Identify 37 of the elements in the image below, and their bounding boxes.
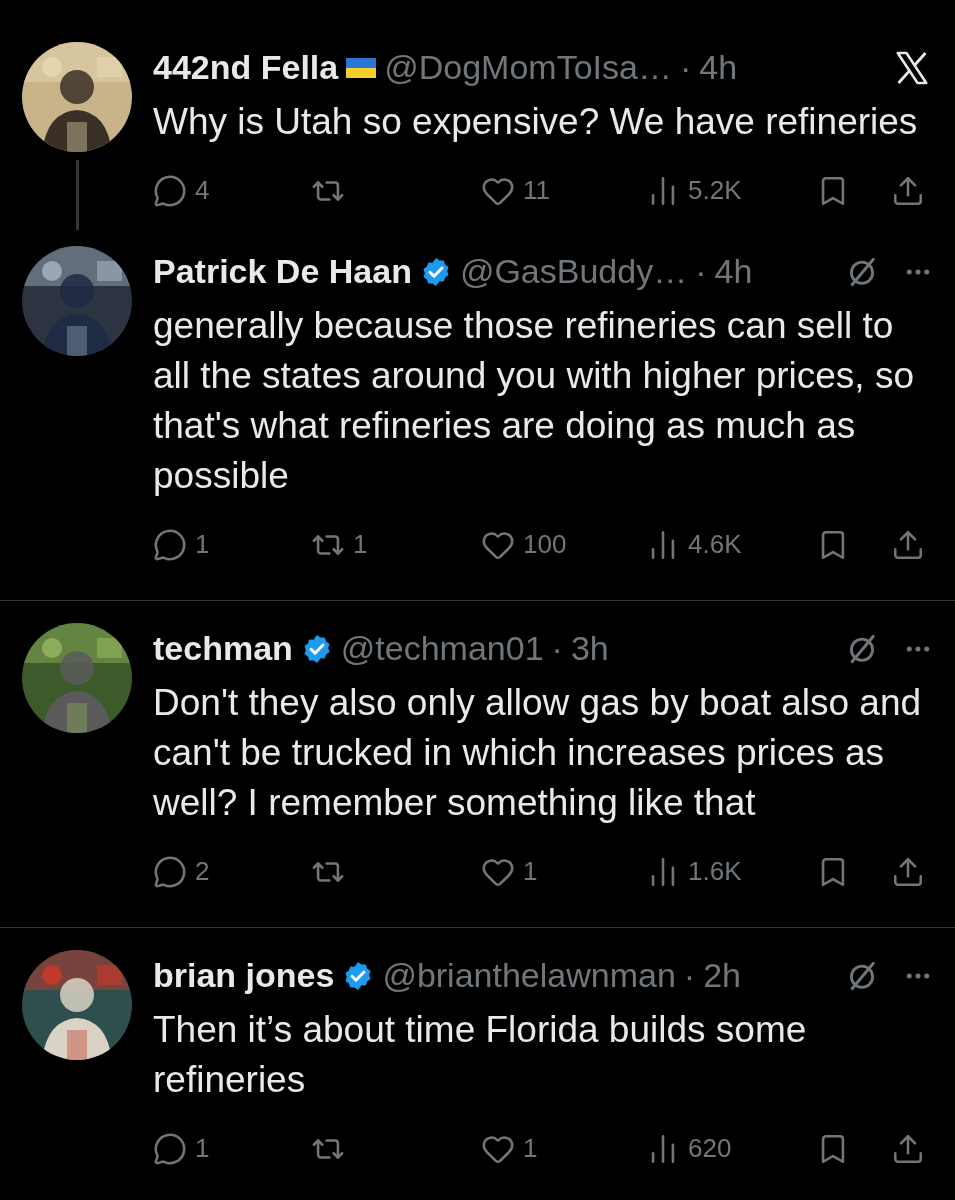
reply-icon[interactable] bbox=[153, 854, 187, 889]
reply-icon[interactable] bbox=[153, 527, 187, 562]
author-name[interactable]: Patrick De Haan bbox=[153, 246, 412, 297]
author-handle[interactable]: @DogMomToIsa… bbox=[384, 42, 672, 93]
stat-count: 4 bbox=[195, 174, 210, 207]
stat-count: 1 bbox=[195, 528, 210, 561]
author-name[interactable]: 442nd Fella bbox=[153, 42, 339, 93]
stat-count: 1 bbox=[353, 528, 368, 561]
post-time[interactable]: 4h bbox=[699, 42, 738, 93]
post-text: Don't they also only allow gas by boat also and can't be trucked in which increases prices as well? I remember something like that bbox=[153, 681, 923, 825]
reply-icon[interactable] bbox=[153, 1131, 187, 1166]
separator-dot: · bbox=[551, 628, 563, 669]
stat-count: 100 bbox=[523, 528, 567, 561]
stat-count: 1 bbox=[523, 855, 538, 888]
post-time[interactable]: 4h bbox=[714, 246, 753, 297]
post-time[interactable]: 2h bbox=[703, 950, 741, 1001]
author-handle[interactable]: @techman01 bbox=[340, 623, 544, 674]
separator-dot: · bbox=[679, 47, 692, 88]
separator-dot: · bbox=[695, 251, 707, 292]
stat-count: 5.2K bbox=[688, 174, 742, 207]
post-text: Why is Utah so expensive? We have refineries bbox=[153, 100, 919, 144]
reply-icon[interactable] bbox=[153, 173, 187, 208]
post-text: generally because those refineries can sell to all the states around you with higher prices, so that's what refineries are doing as much as possible bbox=[153, 304, 915, 498]
stat-count: 620 bbox=[688, 1132, 732, 1165]
stat-count: 1 bbox=[195, 1132, 210, 1165]
post-text: Then it’s about time Florida builds some refineries bbox=[153, 1008, 808, 1102]
stat-count: 4.6K bbox=[688, 528, 742, 561]
separator-dot: · bbox=[683, 955, 696, 996]
stat-count: 2 bbox=[195, 855, 210, 888]
stat-count: 11 bbox=[523, 174, 550, 207]
stat-count: 1.6K bbox=[688, 855, 742, 888]
stat-count: 1 bbox=[523, 1132, 538, 1165]
post-time[interactable]: 3h bbox=[570, 623, 609, 674]
author-name[interactable]: brian jones bbox=[153, 950, 335, 1001]
author-name[interactable]: techman bbox=[153, 623, 293, 674]
author-handle[interactable]: @GasBuddy… bbox=[459, 246, 688, 297]
author-handle[interactable]: @brianthelawnman bbox=[382, 950, 676, 1001]
